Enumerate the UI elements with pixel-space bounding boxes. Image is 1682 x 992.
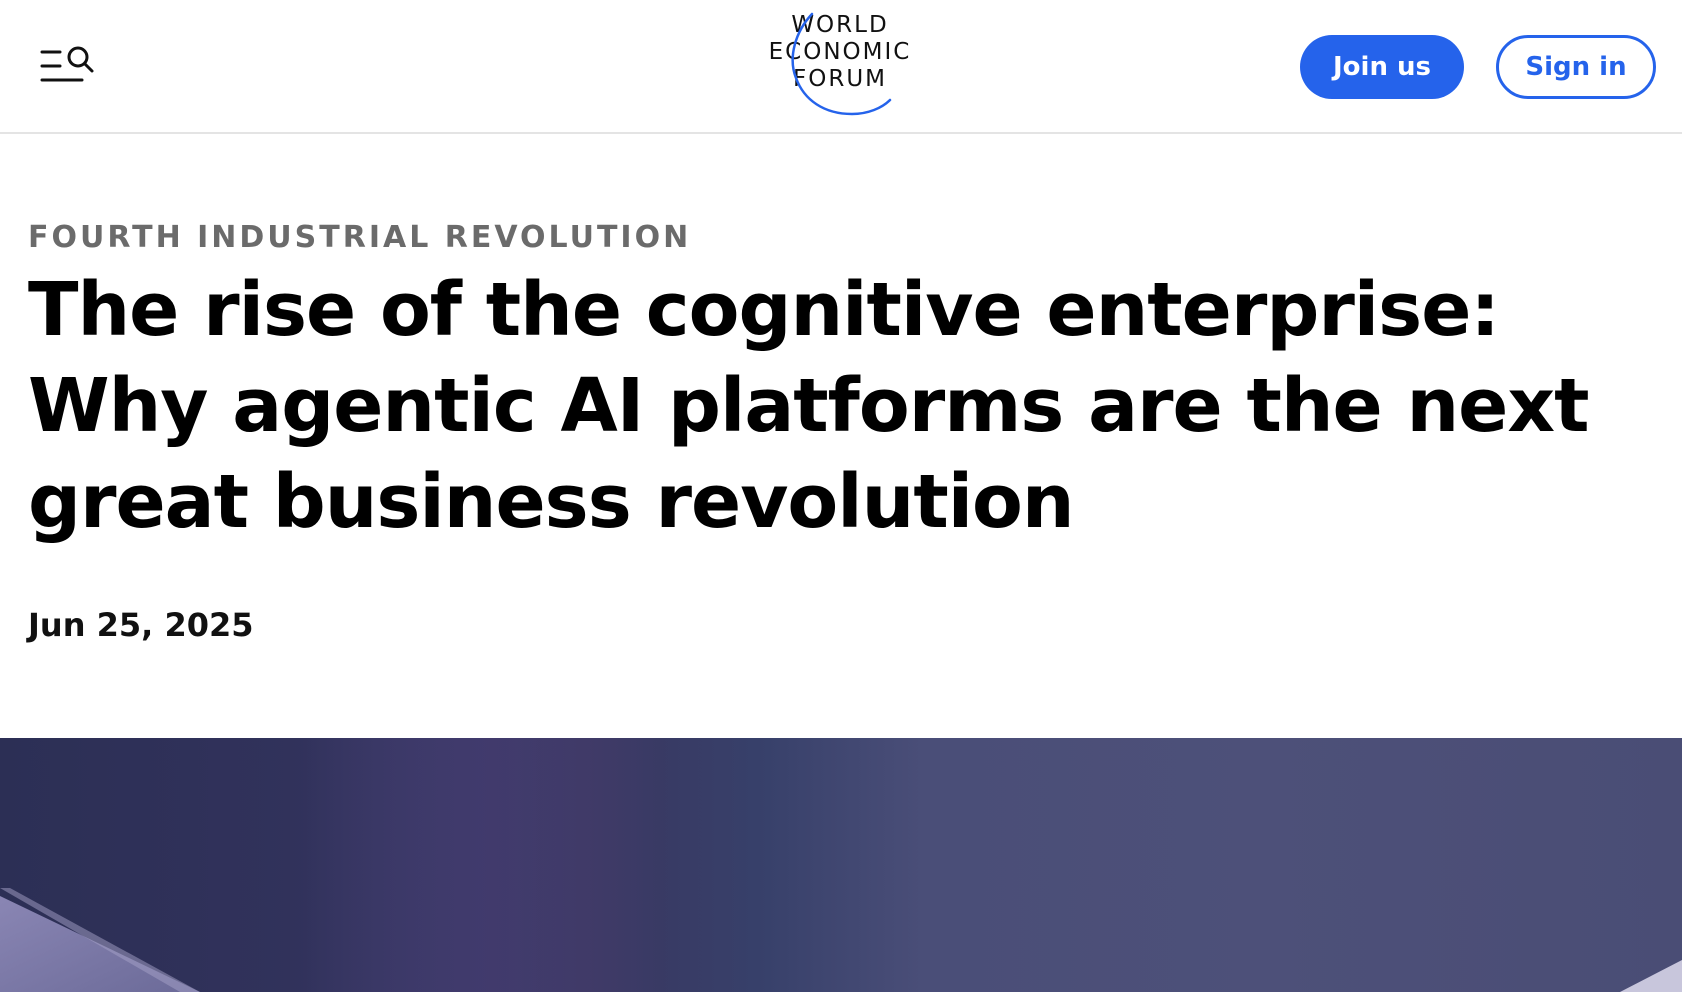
site-header: WORLD ECONOMIC FORUM Join us Sign in [0,0,1682,134]
page: WORLD ECONOMIC FORUM Join us Sign in FOU… [0,0,1682,992]
menu-search-icon [40,46,94,82]
hero-image [0,738,1682,992]
hero-abstract-graphic [0,738,1682,992]
wef-logo[interactable]: WORLD ECONOMIC FORUM [750,12,930,120]
article-title: The rise of the cognitive enterprise: Wh… [28,267,1589,545]
logo-arc-icon [791,12,892,116]
article-date: Jun 25, 2025 [28,606,254,644]
menu-search-button[interactable] [38,44,98,94]
join-us-button[interactable]: Join us [1300,35,1464,99]
sign-in-button[interactable]: Sign in [1496,35,1656,99]
article-category[interactable]: FOURTH INDUSTRIAL REVOLUTION [28,220,691,255]
